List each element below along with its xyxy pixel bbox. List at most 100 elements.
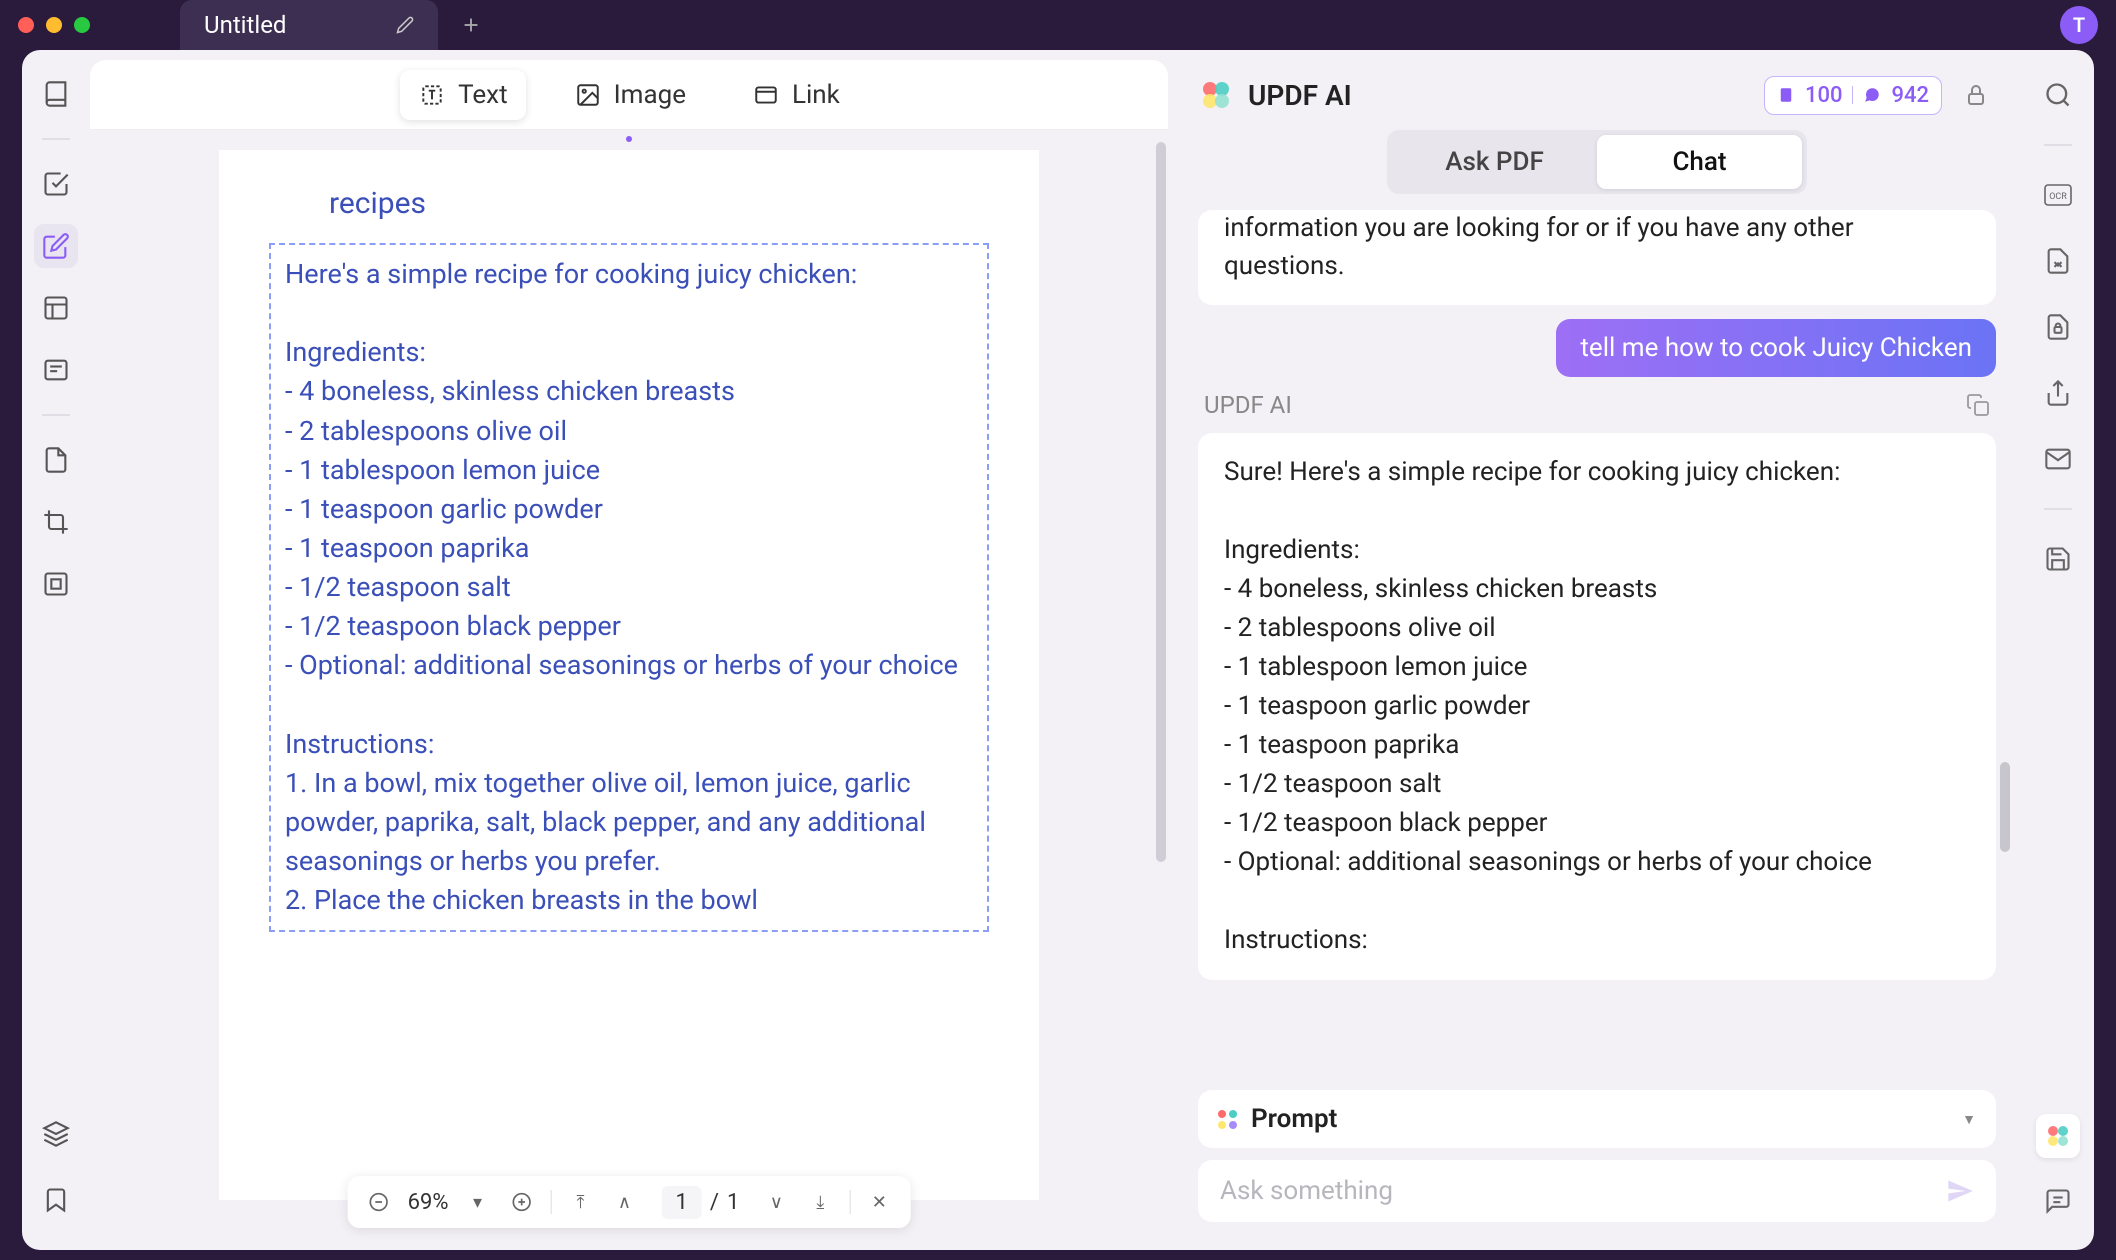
email-icon[interactable] xyxy=(2037,438,2079,480)
divider xyxy=(42,138,70,140)
credits-1: 100 xyxy=(1805,83,1843,108)
divider xyxy=(2044,144,2072,146)
reader-mode-icon[interactable] xyxy=(34,72,78,116)
document-credit-icon xyxy=(1777,86,1795,104)
image-icon xyxy=(574,81,602,109)
lock-icon[interactable] xyxy=(1956,75,1996,115)
separator xyxy=(1852,86,1853,104)
share-icon[interactable] xyxy=(2037,372,2079,414)
ai-panel-title: UPDF AI xyxy=(1248,79,1750,112)
copy-icon[interactable] xyxy=(1966,393,1990,417)
current-page[interactable]: 1 xyxy=(662,1186,702,1219)
link-icon xyxy=(752,81,780,109)
document-title[interactable]: recipes xyxy=(269,186,989,221)
chat-credit-icon xyxy=(1863,86,1881,104)
ask-pdf-tab[interactable]: Ask PDF xyxy=(1392,135,1597,189)
tab-title: Untitled xyxy=(204,11,286,39)
link-tool-button[interactable]: Link xyxy=(734,70,858,120)
layers-icon[interactable] xyxy=(34,1112,78,1156)
zoom-dropdown-icon[interactable]: ▾ xyxy=(463,1187,493,1217)
text-icon xyxy=(418,81,446,109)
credits-badge[interactable]: 100 942 xyxy=(1764,76,1942,115)
send-icon[interactable] xyxy=(1946,1177,1974,1205)
protect-icon[interactable] xyxy=(2037,306,2079,348)
ai-toggle-button[interactable] xyxy=(2036,1114,2080,1158)
document-body-text[interactable]: Here's a simple recipe for cooking juicy… xyxy=(285,255,973,920)
user-initial: T xyxy=(2073,13,2085,37)
chat-input[interactable] xyxy=(1220,1176,1946,1206)
crop-icon[interactable] xyxy=(34,500,78,544)
page-number: 1 / 1 xyxy=(654,1186,748,1219)
right-sidebar: OCR xyxy=(2022,50,2094,1250)
edit-text-icon[interactable] xyxy=(34,224,78,268)
prev-page-button[interactable]: ∧ xyxy=(610,1187,640,1217)
minimize-window-button[interactable] xyxy=(46,17,62,33)
document-viewport[interactable]: recipes Here's a simple recipe for cooki… xyxy=(90,130,1168,1240)
ai-header: UPDF AI 100 942 xyxy=(1182,60,2012,130)
ocr-icon[interactable]: OCR xyxy=(2037,174,2079,216)
new-tab-button[interactable] xyxy=(446,0,496,50)
form-tool-icon[interactable] xyxy=(34,348,78,392)
svg-text:OCR: OCR xyxy=(2049,192,2067,202)
selected-text-block[interactable]: Here's a simple recipe for cooking juicy… xyxy=(269,243,989,932)
divider xyxy=(42,414,70,416)
search-icon[interactable] xyxy=(2037,74,2079,116)
prompt-dots-icon xyxy=(1218,1110,1237,1129)
bookmark-icon[interactable] xyxy=(34,1178,78,1222)
watermark-icon[interactable] xyxy=(34,562,78,606)
divider xyxy=(2044,508,2072,510)
last-page-button[interactable]: ⤓ xyxy=(805,1187,835,1217)
highlighter-icon[interactable] xyxy=(34,162,78,206)
scrollbar-thumb[interactable] xyxy=(1156,142,1166,862)
document-page[interactable]: recipes Here's a simple recipe for cooki… xyxy=(219,150,1039,1200)
page-organize-icon[interactable] xyxy=(34,286,78,330)
save-icon[interactable] xyxy=(2037,538,2079,580)
pencil-icon[interactable] xyxy=(396,16,414,34)
credits-2: 942 xyxy=(1891,83,1929,108)
zoom-in-button[interactable] xyxy=(507,1187,537,1217)
zoom-out-button[interactable] xyxy=(364,1187,394,1217)
separator xyxy=(551,1190,552,1214)
image-tool-button[interactable]: Image xyxy=(556,70,704,120)
separator xyxy=(849,1190,850,1214)
prompt-selector[interactable]: Prompt ▼ xyxy=(1198,1090,1996,1148)
close-controls-button[interactable]: ✕ xyxy=(864,1187,894,1217)
next-page-button[interactable]: ∨ xyxy=(761,1187,791,1217)
convert-icon[interactable] xyxy=(2037,240,2079,282)
right-sidebar-bottom xyxy=(2036,1114,2080,1250)
window-controls xyxy=(18,17,90,33)
document-tab[interactable]: Untitled xyxy=(180,0,438,50)
left-sidebar xyxy=(22,50,90,1250)
assistant-message-previous: information you are looking for or if yo… xyxy=(1198,210,1996,305)
updf-logo-icon xyxy=(1198,77,1234,113)
edit-toolbar: Text Image Link xyxy=(90,60,1168,130)
ai-panel: UPDF AI 100 942 Ask PDF Chat information xyxy=(1182,60,2012,1240)
close-window-button[interactable] xyxy=(18,17,34,33)
assistant-label: UPDF AI xyxy=(1204,391,1292,419)
tab-row: Untitled xyxy=(180,0,496,50)
chat-scroll-area[interactable]: information you are looking for or if yo… xyxy=(1182,202,2012,1084)
page-tool-icon[interactable] xyxy=(34,438,78,482)
link-tool-label: Link xyxy=(792,80,840,110)
titlebar: Untitled T xyxy=(0,0,2116,50)
first-page-button[interactable]: ⤒ xyxy=(566,1187,596,1217)
app-window: Text Image Link recipes Here's a si xyxy=(22,50,2094,1250)
page-separator: / xyxy=(710,1190,719,1215)
document-scrollbar[interactable] xyxy=(1156,138,1168,1138)
page-controls: 69% ▾ ⤒ ∧ 1 / 1 ∨ ⤓ ✕ xyxy=(348,1176,911,1228)
chat-scrollbar-thumb[interactable] xyxy=(2000,762,2010,852)
left-sidebar-bottom xyxy=(34,1112,78,1250)
prompt-label: Prompt xyxy=(1251,1104,1948,1134)
chat-input-bar xyxy=(1198,1160,1996,1222)
image-tool-label: Image xyxy=(614,80,686,110)
page-indicator-dot xyxy=(626,136,632,142)
text-tool-button[interactable]: Text xyxy=(400,70,525,120)
assistant-header: UPDF AI xyxy=(1198,391,1996,419)
chat-tab[interactable]: Chat xyxy=(1597,135,1802,189)
ai-mode-toggle: Ask PDF Chat xyxy=(1387,130,1807,194)
comment-icon[interactable] xyxy=(2037,1180,2079,1222)
document-area: Text Image Link recipes Here's a si xyxy=(90,60,1168,1240)
assistant-message: Sure! Here's a simple recipe for cooking… xyxy=(1198,433,1996,980)
user-avatar[interactable]: T xyxy=(2060,6,2098,44)
maximize-window-button[interactable] xyxy=(74,17,90,33)
